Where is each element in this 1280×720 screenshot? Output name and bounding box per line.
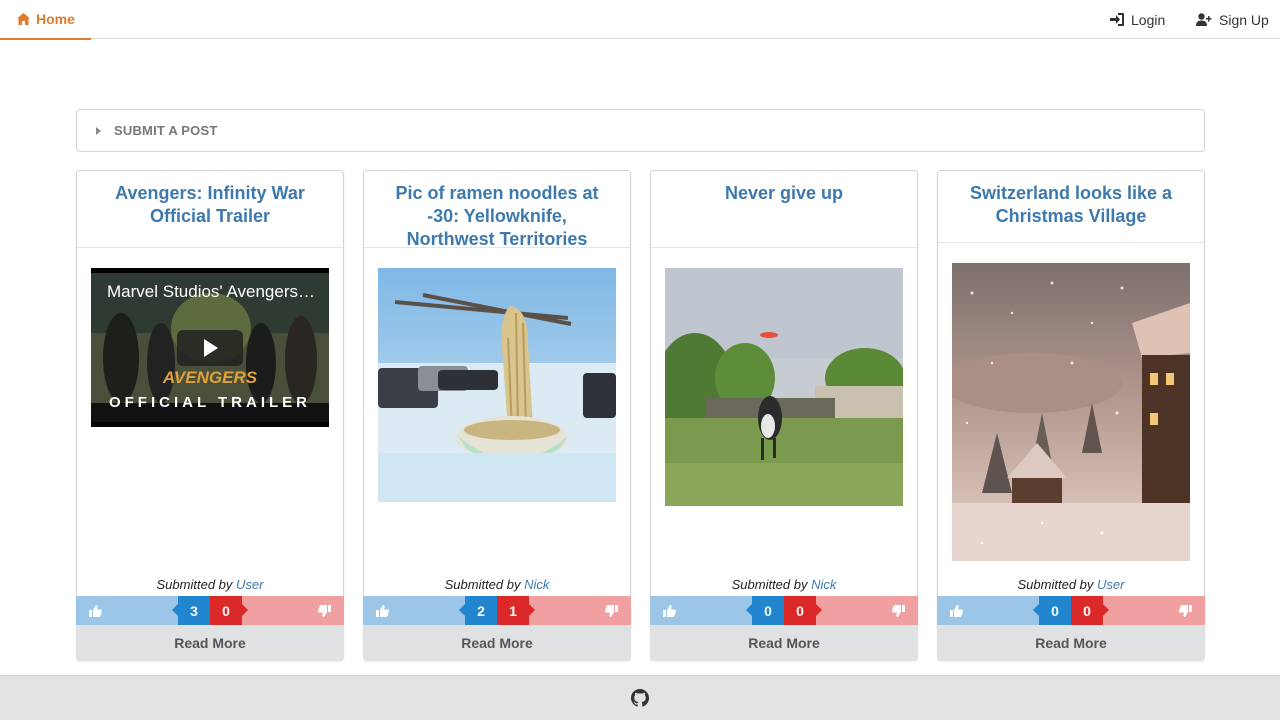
downvote-button[interactable]: 0 (784, 596, 918, 625)
post-card: Avengers: Infinity War Official Trailer … (76, 170, 344, 661)
author-link[interactable]: Nick (811, 577, 836, 592)
post-card: Switzerland looks like a Christmas Villa… (937, 170, 1205, 661)
thumbs-down-icon (318, 604, 331, 617)
read-more-button[interactable]: Read More (650, 625, 918, 661)
submit-post-label: SUBMIT A POST (114, 123, 218, 138)
thumbs-down-icon (892, 604, 905, 617)
post-card: Pic of ramen noodles at -30: Yellowknife… (363, 170, 631, 661)
upvote-button[interactable]: 0 (650, 596, 784, 625)
upvote-button[interactable]: 3 (76, 596, 210, 625)
author-link[interactable]: User (1097, 577, 1124, 592)
submit-post-accordion[interactable]: SUBMIT A POST (76, 109, 1205, 152)
post-title[interactable]: Avengers: Infinity War Official Trailer (77, 171, 343, 228)
thumbs-up-icon (376, 604, 389, 617)
post-title[interactable]: Pic of ramen noodles at -30: Yellowknife… (364, 171, 630, 251)
thumbs-down-icon (605, 604, 618, 617)
thumbs-up-icon (89, 604, 102, 617)
nav-home-label: Home (36, 11, 75, 27)
footer (0, 675, 1280, 720)
upvote-button[interactable]: 2 (363, 596, 497, 625)
nav-home[interactable]: Home (0, 0, 91, 40)
thumbs-up-icon (950, 604, 963, 617)
submitted-prefix: Submitted by (731, 577, 808, 592)
card-divider (938, 242, 1204, 243)
nav-signup-label: Sign Up (1219, 11, 1269, 28)
read-more-button[interactable]: Read More (76, 625, 344, 661)
nav-signup[interactable]: Sign Up (1196, 0, 1269, 39)
submitted-by: Submitted by User (938, 577, 1204, 592)
submitted-by: Submitted by User (77, 577, 343, 592)
upvote-count: 0 (746, 596, 784, 625)
home-icon (17, 13, 30, 25)
top-menu: Home Login Sign Up (0, 0, 1280, 40)
submitted-prefix: Submitted by (156, 577, 233, 592)
post-image[interactable] (378, 268, 616, 502)
dog-frisbee-photo (665, 268, 903, 506)
github-icon[interactable] (631, 689, 649, 707)
thumbs-up-icon (663, 604, 676, 617)
downvote-button[interactable]: 0 (1071, 596, 1205, 625)
author-link[interactable]: Nick (524, 577, 549, 592)
submitted-by: Submitted by Nick (364, 577, 630, 592)
vote-bar: 3 0 (76, 596, 344, 625)
upvote-count: 2 (459, 596, 497, 625)
downvote-count: 0 (1071, 596, 1109, 625)
downvote-count: 1 (497, 596, 535, 625)
card-divider (651, 247, 917, 248)
card-divider (364, 247, 630, 248)
submitted-by: Submitted by Nick (651, 577, 917, 592)
read-more-button[interactable]: Read More (363, 625, 631, 661)
vote-bar: 0 0 (937, 596, 1205, 625)
downvote-button[interactable]: 1 (497, 596, 631, 625)
vote-bar: 2 1 (363, 596, 631, 625)
downvote-count: 0 (784, 596, 822, 625)
upvote-count: 3 (172, 596, 210, 625)
ramen-photo (378, 268, 616, 502)
caret-right-icon (96, 126, 101, 135)
card-divider (77, 247, 343, 248)
video-caption: OFFICIAL TRAILER (108, 394, 312, 411)
author-link[interactable]: User (236, 577, 263, 592)
snow-village-photo (952, 263, 1190, 561)
video-embed[interactable]: Marvel Studios' Avengers: Infinity War O… (91, 268, 329, 427)
video-logo-text: AVENGERS (162, 368, 258, 387)
submitted-prefix: Submitted by (1017, 577, 1094, 592)
post-title[interactable]: Never give up (651, 171, 917, 205)
read-more-button[interactable]: Read More (937, 625, 1205, 661)
add-user-icon (1196, 13, 1212, 26)
nav-login[interactable]: Login (1110, 0, 1165, 39)
nav-login-label: Login (1131, 11, 1166, 28)
sign-in-icon (1110, 13, 1124, 26)
vote-bar: 0 0 (650, 596, 918, 625)
post-card: Never give up Submitted by Nick 0 0 Read… (650, 170, 918, 661)
post-image[interactable] (665, 268, 903, 506)
submitted-prefix: Submitted by (444, 577, 521, 592)
thumbs-down-icon (1179, 604, 1192, 617)
video-title: Marvel Studios' Avengers: Infinity War O… (107, 282, 319, 301)
upvote-count: 0 (1033, 596, 1071, 625)
post-title[interactable]: Switzerland looks like a Christmas Villa… (938, 171, 1204, 228)
downvote-button[interactable]: 0 (210, 596, 344, 625)
upvote-button[interactable]: 0 (937, 596, 1071, 625)
downvote-count: 0 (210, 596, 248, 625)
post-image[interactable] (952, 263, 1190, 561)
